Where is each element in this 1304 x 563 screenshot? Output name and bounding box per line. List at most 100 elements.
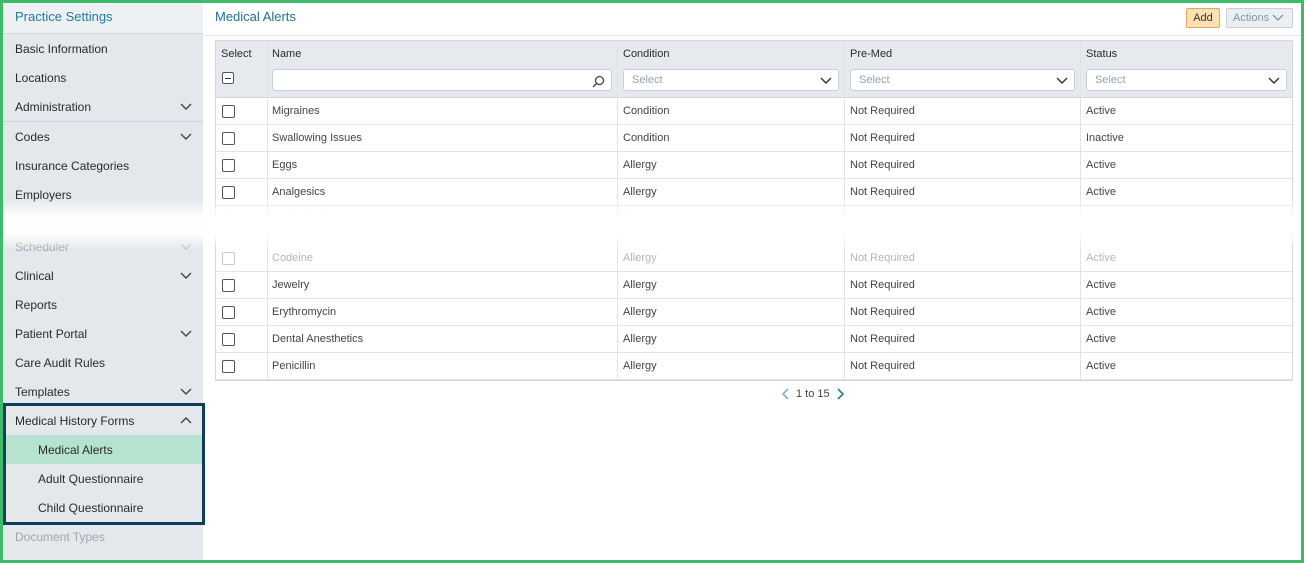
chevron-down-icon	[180, 133, 192, 140]
chevron-down-icon	[180, 388, 192, 395]
sidebar-item-label: Basic Information	[15, 41, 108, 56]
cell-status: Inactive	[1086, 132, 1124, 144]
row-select-checkbox[interactable]	[222, 360, 235, 373]
main-header: Medical Alerts Add Actions	[203, 3, 1301, 36]
sidebar-item-label: Clinical	[15, 268, 54, 283]
sidebar-item-care-audit-rules[interactable]: Care Audit Rules	[3, 348, 203, 377]
page-range: 1 to 15	[796, 388, 830, 400]
cell-status: Active	[1086, 186, 1116, 198]
column-header-premed[interactable]: Pre-Med	[850, 48, 892, 60]
sidebar-item-clinical[interactable]: Clinical	[3, 261, 203, 290]
cell-status: Active	[1086, 159, 1116, 171]
row-select-checkbox[interactable]	[222, 306, 235, 319]
sidebar-item-administration[interactable]: Administration	[3, 92, 203, 121]
cell-status: Active	[1086, 360, 1116, 372]
table-row[interactable]: Dental Anesthetics Allergy Not Required Act…	[216, 326, 1292, 353]
row-select-checkbox[interactable]	[222, 186, 235, 199]
search-icon	[592, 75, 605, 88]
row-select-checkbox[interactable]	[222, 132, 235, 145]
chevron-down-icon	[180, 330, 192, 337]
row-select-checkbox[interactable]	[222, 105, 235, 118]
column-header-name[interactable]: Name	[272, 48, 301, 60]
cell-name: Erythromycin	[272, 306, 337, 318]
add-button[interactable]: Add	[1186, 8, 1220, 28]
table-row[interactable]: Swallowing Issues Condition Not Required In…	[216, 125, 1292, 152]
sidebar-item-document-types[interactable]: Document Types	[3, 522, 203, 551]
sidebar-item-label: Document Types	[15, 529, 105, 544]
actions-label: Actions	[1233, 12, 1270, 24]
chevron-right-icon[interactable]	[836, 388, 844, 400]
sidebar-item-label: Patient Portal	[15, 326, 88, 341]
condition-filter-value: Select	[632, 74, 663, 86]
cell-premed: Not Required	[850, 333, 915, 345]
table-row[interactable]: Eggs Allergy Not Required Active	[216, 152, 1292, 179]
sidebar-item-reports[interactable]: Reports	[3, 290, 203, 319]
medical-history-group-highlight	[3, 403, 205, 525]
cell-condition: Allergy	[623, 333, 657, 345]
chevron-down-icon	[820, 77, 832, 84]
sidebar-title: Practice Settings	[15, 9, 113, 24]
table-row[interactable]: Erythromycin Allergy Not Required Active	[216, 299, 1292, 326]
cell-condition: Allergy	[623, 360, 657, 372]
chevron-down-icon	[1268, 77, 1280, 84]
sidebar-item-patient-portal[interactable]: Patient Portal	[3, 319, 203, 348]
name-filter-input[interactable]	[272, 69, 612, 91]
sidebar-item-locations[interactable]: Locations	[3, 63, 203, 92]
sidebar-item-insurance-categories[interactable]: Insurance Categories	[3, 151, 203, 180]
pagination: 1 to 15	[782, 386, 862, 402]
cell-name: Dental Anesthetics	[272, 333, 364, 345]
cell-condition: Allergy	[623, 252, 657, 264]
cell-premed: Not Required	[850, 186, 915, 198]
cell-premed: Not Required	[850, 159, 915, 171]
table-row[interactable]: Codeine Allergy Not Required Active	[216, 245, 1292, 272]
row-select-checkbox[interactable]	[222, 159, 235, 172]
table-row[interactable]: Jewelry Allergy Not Required Active	[216, 272, 1292, 299]
chevron-down-icon	[1056, 77, 1068, 84]
sidebar-item-label: Administration	[15, 99, 92, 114]
actions-button[interactable]: Actions	[1226, 8, 1293, 28]
cell-premed: Not Required	[850, 132, 915, 144]
cell-condition: Condition	[623, 132, 670, 144]
select-all-checkbox[interactable]	[222, 72, 234, 84]
cell-premed: Not Required	[850, 360, 915, 372]
cell-premed: Not Required	[850, 252, 915, 264]
column-header-status[interactable]: Status	[1086, 48, 1117, 60]
cell-name: Penicillin	[272, 360, 316, 372]
premed-filter-value: Select	[859, 74, 890, 86]
cell-status: Active	[1086, 333, 1116, 345]
cell-status: Active	[1086, 306, 1116, 318]
cell-premed: Not Required	[850, 105, 915, 117]
sidebar-item-label: Templates	[15, 384, 70, 399]
cell-name: Analgesics	[272, 186, 326, 198]
sidebar-item-codes[interactable]: Codes	[3, 122, 203, 151]
table-row[interactable]: Penicillin Allergy Not Required Active	[216, 353, 1292, 380]
sidebar-item-basic-information[interactable]: Basic Information	[3, 34, 203, 63]
row-select-checkbox[interactable]	[222, 333, 235, 346]
sidebar-header: Practice Settings	[3, 3, 203, 34]
cell-condition: Allergy	[623, 279, 657, 291]
cell-name: Swallowing Issues	[272, 132, 362, 144]
row-select-checkbox[interactable]	[222, 252, 235, 265]
cell-condition: Allergy	[623, 306, 657, 318]
chevron-left-icon[interactable]	[782, 388, 790, 400]
sidebar-item-label: Locations	[15, 70, 67, 85]
cell-name: Migraines	[272, 105, 320, 117]
cell-condition: Allergy	[623, 186, 657, 198]
sidebar-item-templates[interactable]: Templates	[3, 377, 203, 406]
cell-condition: Allergy	[623, 159, 657, 171]
cell-premed: Not Required	[850, 279, 915, 291]
status-filter-value: Select	[1095, 74, 1126, 86]
chevron-down-icon	[1272, 14, 1284, 21]
cell-name: Codeine	[272, 252, 313, 264]
cell-name: Eggs	[272, 159, 298, 171]
table-row[interactable]: Migraines Condition Not Required Active	[216, 98, 1292, 125]
page-title: Medical Alerts	[215, 9, 296, 24]
cell-name: Jewelry	[272, 279, 310, 291]
condition-filter-select[interactable]: Select	[623, 69, 839, 91]
chevron-down-icon	[180, 103, 192, 110]
premed-filter-select[interactable]: Select	[850, 69, 1075, 91]
column-header-condition[interactable]: Condition	[623, 48, 669, 60]
row-select-checkbox[interactable]	[222, 279, 235, 292]
status-filter-select[interactable]: Select	[1086, 69, 1287, 91]
scroll-fade-overlay	[3, 200, 1301, 248]
